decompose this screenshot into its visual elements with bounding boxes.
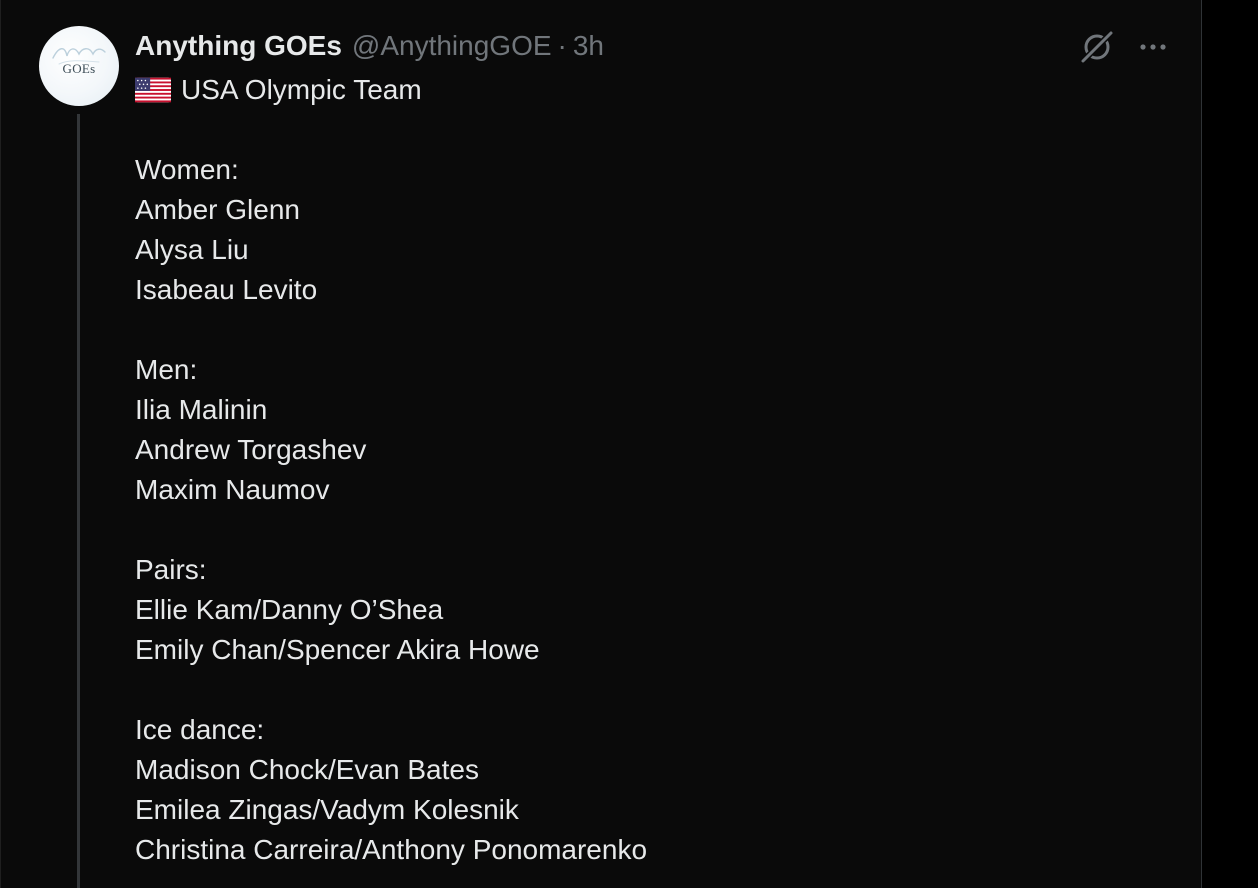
display-name[interactable]: Anything GOEs bbox=[135, 30, 342, 62]
tweet-title: USA Olympic Team bbox=[181, 74, 422, 105]
list-item: Isabeau Levito bbox=[135, 274, 318, 305]
list-item: Amber Glenn bbox=[135, 194, 300, 225]
section-heading-pairs: Pairs: bbox=[135, 554, 207, 585]
avatar-text: GOEs bbox=[62, 61, 96, 76]
list-item: Madison Chock/Evan Bates bbox=[135, 754, 479, 785]
list-item: Christina Carreira/Anthony Ponomarenko bbox=[135, 834, 648, 865]
more-options-icon[interactable] bbox=[1137, 33, 1169, 61]
tweet-header: Anything GOEs @AnythingGOE · 3h bbox=[135, 28, 604, 64]
section-heading-men: Men: bbox=[135, 354, 198, 385]
list-item: Alysa Liu bbox=[135, 234, 249, 265]
timeline-column: GOEs Anything GOEs @AnythingGOE · 3h USA… bbox=[0, 0, 1202, 888]
list-item: Ilia Malinin bbox=[135, 394, 268, 425]
list-item: Andrew Torgashev bbox=[135, 434, 367, 465]
user-handle[interactable]: @AnythingGOE bbox=[352, 30, 552, 62]
section-heading-women: Women: bbox=[135, 154, 239, 185]
page: GOEs Anything GOEs @AnythingGOE · 3h USA… bbox=[0, 0, 1258, 888]
timestamp[interactable]: 3h bbox=[573, 30, 604, 62]
section-heading-ice-dance: Ice dance: bbox=[135, 714, 265, 745]
grok-icon[interactable] bbox=[1079, 29, 1115, 65]
list-item: Ellie Kam/Danny O’Shea bbox=[135, 594, 444, 625]
separator-dot: · bbox=[557, 30, 567, 61]
tweet-title-line: USA Olympic Team bbox=[135, 70, 1135, 110]
list-item: Emily Chan/Spencer Akira Howe bbox=[135, 634, 540, 665]
avatar[interactable]: GOEs bbox=[39, 26, 119, 106]
tweet-text: USA Olympic Team Women: Amber Glenn Alys… bbox=[135, 70, 1135, 870]
list-item: Emilea Zingas/Vadym Kolesnik bbox=[135, 794, 519, 825]
thread-line bbox=[77, 114, 80, 888]
us-flag-icon bbox=[135, 77, 171, 102]
list-item: Maxim Naumov bbox=[135, 474, 330, 505]
